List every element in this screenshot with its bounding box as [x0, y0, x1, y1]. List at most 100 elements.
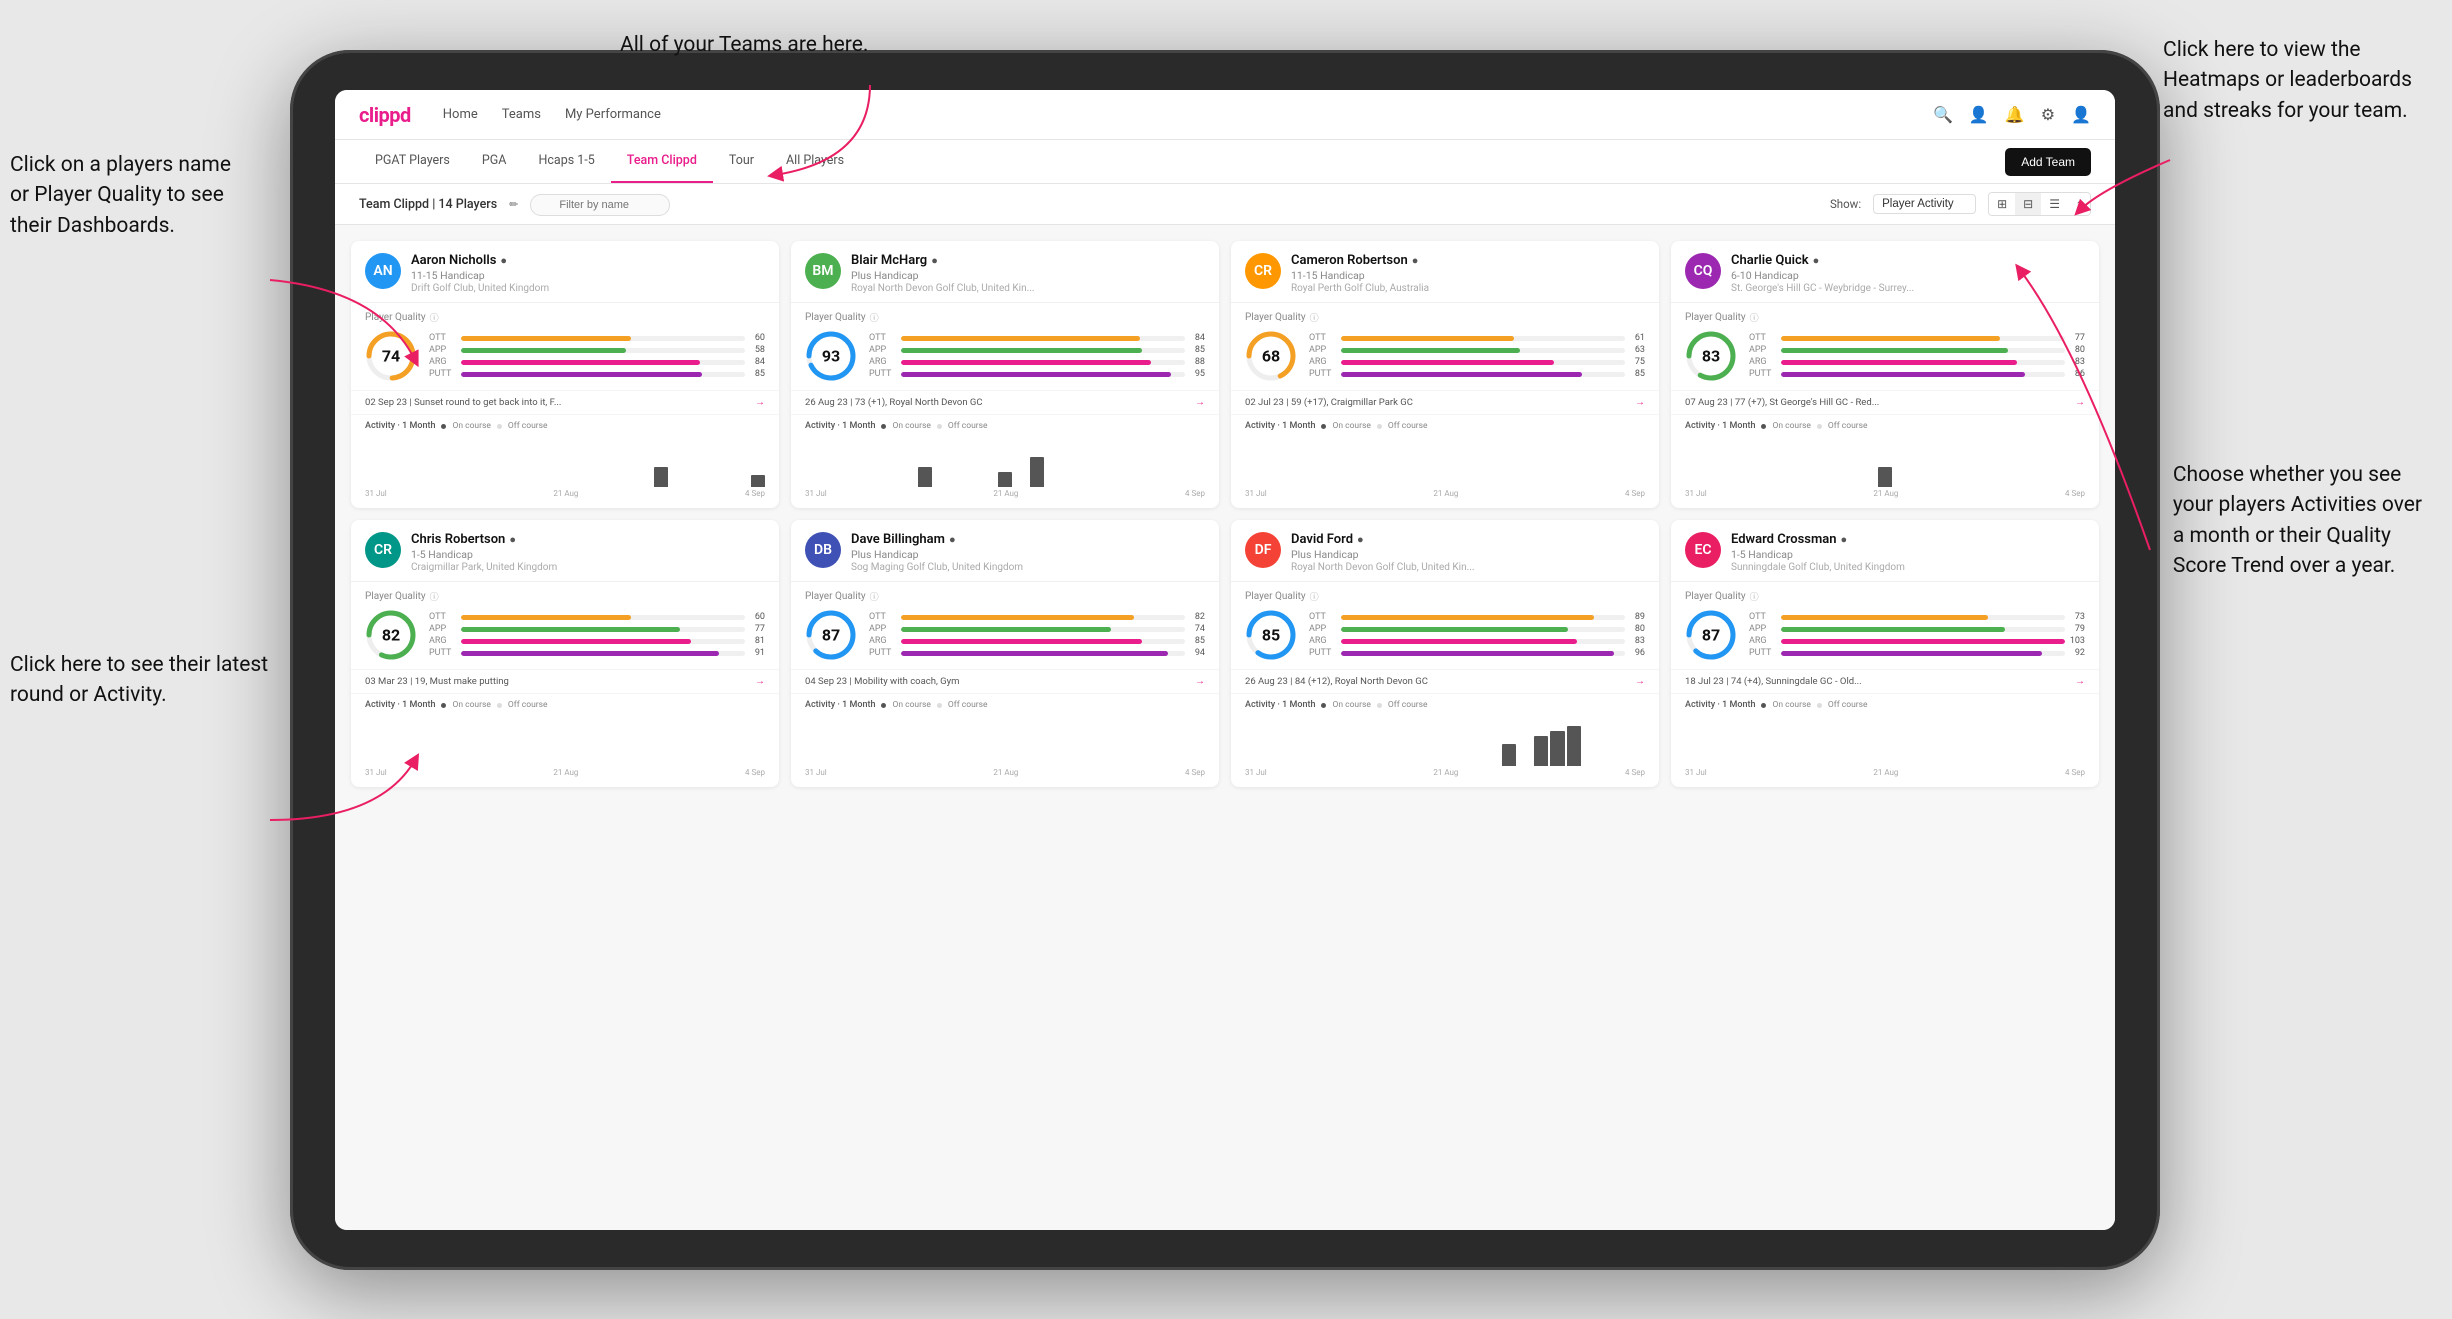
chart-bar-empty [1685, 485, 1699, 487]
quality-circle[interactable]: 68 [1245, 330, 1297, 382]
chart-bar-empty [1062, 764, 1076, 766]
quality-circle[interactable]: 93 [805, 330, 857, 382]
card-view-btn[interactable]: ⊟ [2015, 193, 2041, 215]
player-name[interactable]: Chris Robertson [411, 532, 505, 547]
activity-title: Activity · 1 Month [365, 700, 435, 710]
quality-label[interactable]: Player Quality ⓘ [365, 590, 765, 603]
chart-bar-empty [606, 485, 620, 487]
player-info: Aaron Nicholls ● 11-15 Handicap Drift Go… [411, 253, 765, 294]
nav-home[interactable]: Home [443, 103, 478, 126]
player-name[interactable]: Edward Crossman [1731, 532, 1836, 547]
nav-my-performance[interactable]: My Performance [565, 103, 661, 126]
bar-label-putt: PUTT [1309, 648, 1337, 658]
latest-activity[interactable]: 02 Jul 23 | 59 (+17), Craigmillar Park G… [1231, 390, 1659, 414]
tab-team-clippd[interactable]: Team Clippd [611, 140, 713, 183]
quality-circle[interactable]: 87 [805, 609, 857, 661]
player-name[interactable]: Charlie Quick [1731, 253, 1809, 268]
bar-fill-app [1781, 627, 2005, 632]
latest-activity[interactable]: 26 Aug 23 | 73 (+1), Royal North Devon G… [791, 390, 1219, 414]
list-view-btn[interactable]: ☰ [2041, 193, 2068, 215]
quality-circle[interactable]: 83 [1685, 330, 1737, 382]
activity-section: Activity · 1 Month On course Off course … [1671, 414, 2099, 508]
latest-activity[interactable]: 07 Aug 23 | 77 (+7), St George's Hill GC… [1671, 390, 2099, 414]
player-name[interactable]: Aaron Nicholls [411, 253, 496, 268]
bell-icon[interactable]: 🔔 [2005, 105, 2025, 124]
bar-track-arg [901, 360, 1185, 365]
player-name[interactable]: David Ford [1291, 532, 1353, 547]
tab-pgat-players[interactable]: PGAT Players [359, 140, 466, 183]
card-header: BM Blair McHarg ● Plus Handicap Royal No… [791, 241, 1219, 303]
chart-bar-empty [1374, 764, 1388, 766]
chart-bar-empty [1631, 764, 1645, 766]
quality-label[interactable]: Player Quality ⓘ [365, 311, 765, 324]
show-select[interactable]: Player Activity [1873, 194, 1976, 214]
chart-bar-empty [1749, 485, 1763, 487]
quality-label[interactable]: Player Quality ⓘ [1685, 311, 2085, 324]
bar-value-app: 77 [749, 624, 765, 634]
chart-bar-empty [1926, 764, 1940, 766]
player-name[interactable]: Blair McHarg [851, 253, 927, 268]
quality-label[interactable]: Player Quality ⓘ [1245, 590, 1645, 603]
tab-all-players[interactable]: All Players [770, 140, 860, 183]
search-icon[interactable]: 🔍 [1933, 105, 1953, 124]
quality-circle[interactable]: 82 [365, 609, 417, 661]
chart-bar-empty [429, 485, 443, 487]
bar-label-ott: OTT [429, 333, 457, 343]
chart-bar-empty [1846, 485, 1860, 487]
player-handicap: Plus Handicap [851, 269, 1205, 282]
chart-bar-empty [1910, 485, 1924, 487]
user-icon[interactable]: 👤 [1969, 105, 1989, 124]
app-logo[interactable]: clippd [359, 103, 411, 127]
bar-row-app: APP 63 [1309, 345, 1645, 355]
arrow-right-icon: → [1635, 676, 1645, 687]
quality-circle[interactable]: 85 [1245, 609, 1297, 661]
nav-teams[interactable]: Teams [502, 103, 541, 126]
player-club: Sunningdale Golf Club, United Kingdom [1731, 562, 2085, 573]
off-course-dot [1377, 703, 1382, 708]
bar-fill-app [461, 348, 626, 353]
latest-activity[interactable]: 04 Sep 23 | Mobility with coach, Gym → [791, 669, 1219, 693]
latest-activity[interactable]: 18 Jul 23 | 74 (+4), Sunningdale GC - Ol… [1671, 669, 2099, 693]
quality-number: 87 [1702, 626, 1720, 645]
tab-hcaps[interactable]: Hcaps 1-5 [522, 140, 610, 183]
quality-label[interactable]: Player Quality ⓘ [1245, 311, 1645, 324]
chart-bar-empty [1733, 485, 1747, 487]
filter-wrap [530, 193, 670, 216]
edit-icon[interactable]: ✏ [509, 198, 518, 211]
quality-label[interactable]: Player Quality ⓘ [1685, 590, 2085, 603]
add-team-button[interactable]: Add Team [2005, 148, 2091, 176]
latest-activity[interactable]: 02 Sep 23 | Sunset round to get back int… [351, 390, 779, 414]
grid-view-btn[interactable]: ⊞ [1989, 193, 2015, 215]
quality-label[interactable]: Player Quality ⓘ [805, 311, 1205, 324]
latest-activity[interactable]: 03 Mar 23 | 19, Must make putting → [351, 669, 779, 693]
settings-icon[interactable]: ⚙ [2041, 105, 2055, 124]
player-name[interactable]: Dave Billingham [851, 532, 945, 547]
bar-fill-app [901, 627, 1111, 632]
bar-label-arg: ARG [1749, 357, 1777, 367]
tab-pga[interactable]: PGA [466, 140, 523, 183]
player-name[interactable]: Cameron Robertson [1291, 253, 1408, 268]
player-handicap: 11-15 Handicap [1291, 269, 1645, 282]
avatar-icon[interactable]: 👤 [2071, 105, 2091, 124]
chart-bar-empty [2023, 764, 2037, 766]
chart-bar-empty [1325, 485, 1339, 487]
filter-input[interactable] [530, 194, 670, 216]
quality-label[interactable]: Player Quality ⓘ [805, 590, 1205, 603]
player-handicap: 1-5 Handicap [411, 548, 765, 561]
tab-tour[interactable]: Tour [713, 140, 770, 183]
chart-bar-empty [837, 485, 851, 487]
filter-btn[interactable]: ↕ [2068, 193, 2090, 215]
chart-bar-empty [1486, 764, 1500, 766]
chart-bar-empty [1438, 485, 1452, 487]
quality-content: 82 OTT 60 APP 77 [365, 609, 765, 661]
quality-circle[interactable]: 74 [365, 330, 417, 382]
chart-bar-empty [1550, 485, 1564, 487]
chart-bar-empty [950, 485, 964, 487]
quality-section: Player Quality ⓘ 85 OTT 8 [1231, 582, 1659, 669]
bar-value-putt: 96 [1629, 648, 1645, 658]
chart-bar-empty [2055, 485, 2069, 487]
latest-activity[interactable]: 26 Aug 23 | 84 (+12), Royal North Devon … [1231, 669, 1659, 693]
chart-bar-empty [494, 485, 508, 487]
bar-row-ott: OTT 73 [1749, 612, 2085, 622]
quality-circle[interactable]: 87 [1685, 609, 1737, 661]
